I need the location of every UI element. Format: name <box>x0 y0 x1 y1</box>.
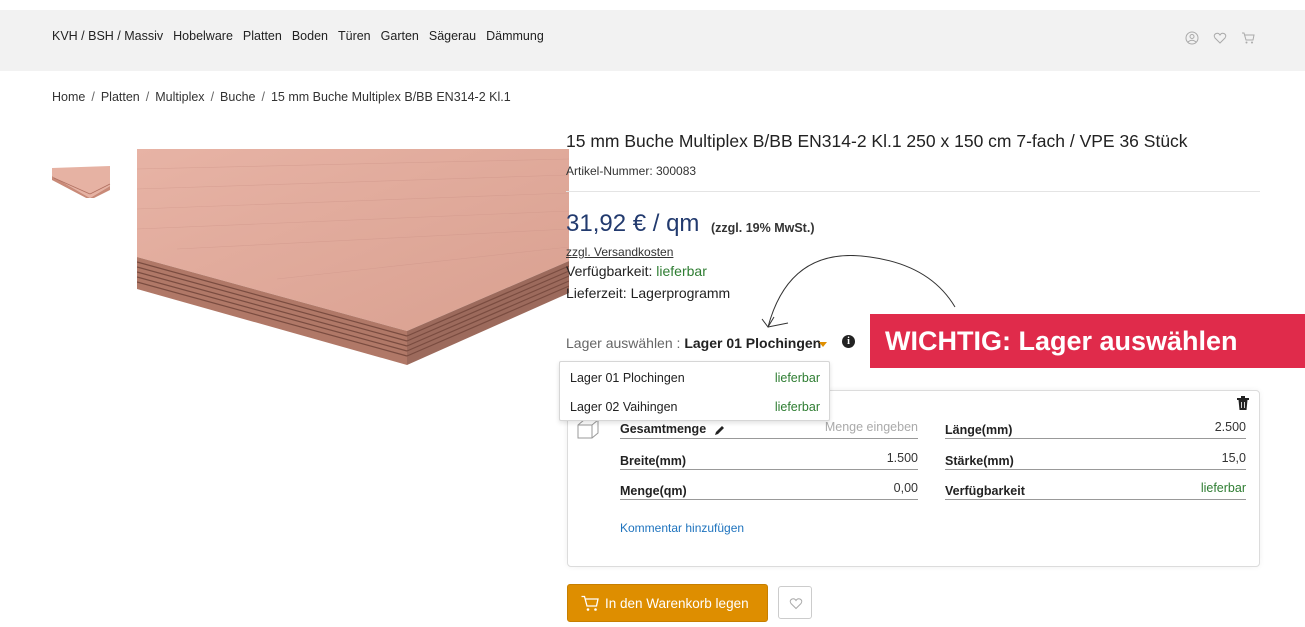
divider <box>566 191 1260 192</box>
add-comment-link[interactable]: Kommentar hinzufügen <box>620 521 744 535</box>
heart-icon <box>789 598 803 610</box>
nav-item-saegerau[interactable]: Sägerau <box>429 29 476 43</box>
gesamtmenge-label: Gesamtmenge <box>620 422 726 436</box>
breadcrumb-platten[interactable]: Platten <box>101 90 140 104</box>
input-underline <box>945 469 1246 470</box>
input-underline <box>620 499 918 500</box>
product-image <box>137 149 569 365</box>
lead-time: Lieferzeit: Lagerprogramm <box>566 285 731 301</box>
menge-value: 0,00 <box>893 481 918 495</box>
breadcrumb-buche[interactable]: Buche <box>220 90 255 104</box>
nav-item-daemmung[interactable]: Dämmung <box>486 29 544 43</box>
nav-item-boden[interactable]: Boden <box>292 29 328 43</box>
dropdown-item-lager-01[interactable]: Lager 01 Plochingen lieferbar <box>570 371 820 385</box>
staerke-value: 15,0 <box>1221 451 1246 465</box>
wishlist-button[interactable] <box>778 586 812 619</box>
nav-item-tueren[interactable]: Türen <box>338 29 371 43</box>
lager-label: Lager auswählen : <box>566 335 685 351</box>
product-title: 15 mm Buche Multiplex B/BB EN314-2 Kl.1 … <box>566 131 1188 151</box>
trash-icon[interactable] <box>1237 396 1249 410</box>
availability: Verfügbarkeit: lieferbar <box>566 263 707 279</box>
menge-label: Menge(qm) <box>620 484 687 498</box>
nav-item-hobelware[interactable]: Hobelware <box>173 29 233 43</box>
breadcrumb: Home / Platten / Multiplex / Buche/15 mm Buche… <box>52 90 511 104</box>
cart-icon[interactable] <box>1241 31 1255 45</box>
breite-value: 1.500 <box>886 451 918 465</box>
cart-icon <box>581 595 599 611</box>
shipping-link[interactable]: zzgl. Versandkosten <box>566 245 673 259</box>
dropdown-item-status: lieferbar <box>774 400 820 414</box>
breite-label: Breite(mm) <box>620 454 686 468</box>
laenge-label: Länge(mm) <box>945 423 1013 437</box>
laenge-value: 2.500 <box>1214 420 1246 434</box>
info-icon[interactable]: i <box>842 335 855 348</box>
availability-value: lieferbar <box>656 263 707 279</box>
staerke-label: Stärke(mm) <box>945 454 1014 468</box>
breadcrumb-multiplex[interactable]: Multiplex <box>155 90 204 104</box>
vat-note: (zzgl. 19% MwSt.) <box>711 221 815 235</box>
product-price: 31,92 € / qm <box>566 210 700 237</box>
user-icon[interactable] <box>1185 31 1199 45</box>
dropdown-item-label: Lager 02 Vaihingen <box>570 400 678 414</box>
dropdown-item-status: lieferbar <box>774 371 820 385</box>
chevron-down-icon[interactable] <box>819 342 827 347</box>
lager-selected[interactable]: Lager 01 Plochingen <box>684 335 821 351</box>
article-number: Artikel-Nummer: 300083 <box>566 164 697 178</box>
nav-item-kvh[interactable]: KVH / BSH / Massiv <box>52 29 163 43</box>
input-underline <box>945 499 1246 500</box>
important-banner: WICHTIG: Lager auswählen <box>870 314 1305 368</box>
nav-item-platten[interactable]: Platten <box>243 29 282 43</box>
heart-icon[interactable] <box>1213 31 1227 45</box>
add-to-cart-button[interactable]: In den Warenkorb legen <box>567 584 768 622</box>
header-icons <box>1185 31 1255 45</box>
main-nav: KVH / BSH / Massiv Hobelware Platten Bod… <box>52 29 544 43</box>
input-underline <box>620 469 918 470</box>
gesamtmenge-input[interactable]: Menge eingeben <box>780 420 918 434</box>
availability-label: Verfügbarkeit: <box>566 263 657 279</box>
breadcrumb-current: 15 mm Buche Multiplex B/BB EN314-2 Kl.1 <box>270 90 511 104</box>
cube-icon <box>577 419 599 439</box>
dropdown-item-lager-02[interactable]: Lager 02 Vaihingen lieferbar <box>570 400 820 414</box>
verfuegbarkeit-label: Verfügbarkeit <box>945 484 1025 498</box>
dropdown-item-label: Lager 01 Plochingen <box>570 371 685 385</box>
input-underline <box>620 438 918 439</box>
nav-item-garten[interactable]: Garten <box>381 29 419 43</box>
breadcrumb-home[interactable]: Home <box>52 90 85 104</box>
input-underline <box>945 438 1246 439</box>
top-navigation-bar: KVH / BSH / Massiv Hobelware Platten Bod… <box>0 0 1305 71</box>
lager-select[interactable]: Lager auswählen : Lager 01 Plochingen <box>566 335 821 351</box>
pencil-icon[interactable] <box>714 424 726 436</box>
add-to-cart-label: In den Warenkorb legen <box>605 596 749 611</box>
product-thumbnail[interactable] <box>52 166 112 198</box>
lager-dropdown: Lager 01 Plochingen lieferbar Lager 02 Va… <box>559 361 830 421</box>
verfuegbarkeit-value: lieferbar <box>1200 481 1246 495</box>
